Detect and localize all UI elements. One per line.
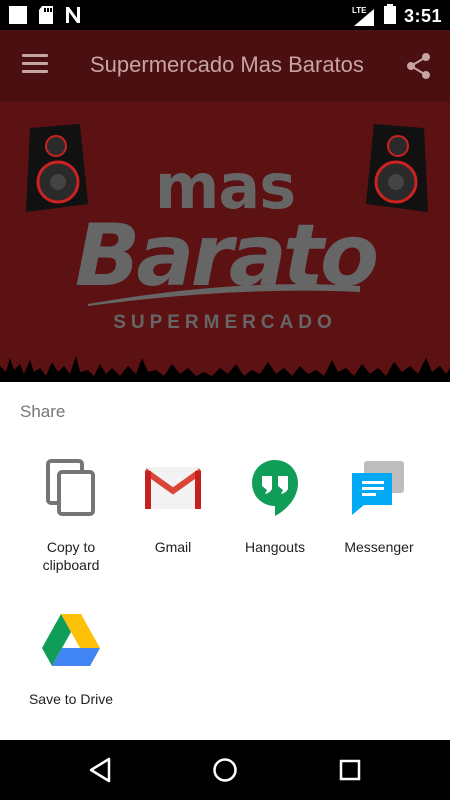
signal-icon: LTE xyxy=(351,5,376,27)
copy-icon xyxy=(41,458,101,518)
hangouts-icon xyxy=(245,458,305,518)
hero-banner: mas Barato SUPERMERCADO xyxy=(0,102,450,382)
share-target-gmail[interactable]: Gmail xyxy=(122,458,224,556)
share-target-label: Copy to clipboard xyxy=(42,539,100,573)
white-square-icon xyxy=(8,5,28,30)
sd-card-icon xyxy=(38,5,54,30)
share-target-label: Save to Drive xyxy=(28,691,114,707)
home-icon[interactable] xyxy=(212,757,238,788)
skyline-silhouette xyxy=(0,356,450,382)
share-icon[interactable] xyxy=(406,52,432,85)
share-target-label: Messenger xyxy=(344,539,414,555)
share-target-hangouts[interactable]: Hangouts xyxy=(224,458,326,556)
status-right-icons: LTE 3:51 xyxy=(352,4,442,29)
drive-icon xyxy=(41,610,101,670)
network-type: LTE xyxy=(351,5,367,15)
share-target-messenger[interactable]: Messenger xyxy=(328,458,430,556)
app-bar: Supermercado Mas Baratos xyxy=(0,30,450,102)
status-left-icons xyxy=(8,5,82,30)
navigation-bar xyxy=(0,740,450,800)
status-bar: LTE 3:51 xyxy=(0,0,450,30)
app-title: Supermercado Mas Baratos xyxy=(90,52,364,77)
share-target-copy[interactable]: Copy to clipboard xyxy=(20,458,122,574)
hamburger-menu-icon[interactable] xyxy=(22,54,48,76)
gmail-icon xyxy=(143,458,203,518)
logo-swoosh-icon xyxy=(88,284,360,306)
n-icon xyxy=(64,5,82,30)
messenger-icon xyxy=(349,458,409,518)
share-target-label: Gmail xyxy=(154,539,192,555)
share-target-drive[interactable]: Save to Drive xyxy=(20,610,122,708)
recents-icon[interactable] xyxy=(339,759,361,786)
status-time: 3:51 xyxy=(403,6,442,26)
share-sheet-title: Share xyxy=(20,402,66,421)
logo-supermercado-text: SUPERMERCADO xyxy=(113,312,337,333)
share-target-label: Hangouts xyxy=(245,539,305,555)
share-sheet: Share Copy to clipboard Gmail Hangouts M… xyxy=(0,382,450,740)
battery-icon xyxy=(383,4,396,29)
back-icon[interactable] xyxy=(88,756,112,789)
